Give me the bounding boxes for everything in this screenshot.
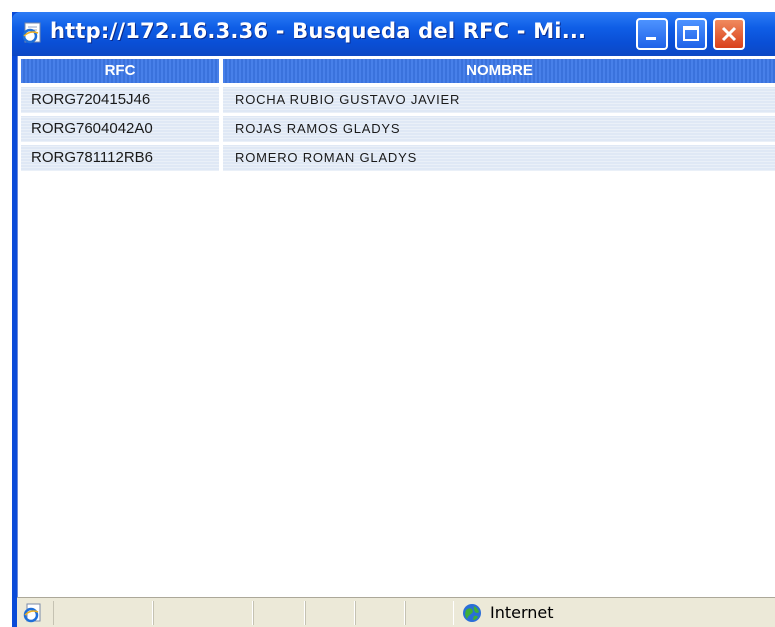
- status-bar: Internet: [17, 597, 775, 627]
- security-zone[interactable]: Internet: [454, 601, 604, 625]
- cell-rfc[interactable]: RORG781112RB6: [21, 145, 219, 171]
- close-icon: [721, 26, 737, 42]
- globe-icon: [462, 603, 482, 623]
- status-segment: [53, 601, 153, 625]
- table-row[interactable]: RORG7604042A0 ROJAS RAMOS GLADYS: [21, 116, 775, 142]
- ie-page-icon: [21, 601, 45, 625]
- status-segment: [253, 601, 305, 625]
- status-segment: [405, 601, 454, 625]
- status-segment: [153, 601, 253, 625]
- popup-window: http://172.16.3.36 - Busqueda del RFC - …: [12, 12, 775, 627]
- cell-rfc[interactable]: RORG720415J46: [21, 87, 219, 113]
- cell-nombre[interactable]: ROJAS RAMOS GLADYS: [223, 116, 775, 142]
- status-segment: [305, 601, 355, 625]
- maximize-button[interactable]: [675, 18, 707, 50]
- column-header-rfc: RFC: [21, 59, 219, 83]
- ie-page-icon: [20, 21, 44, 45]
- content-area: RFC NOMBRE RORG720415J46 ROCHA RUBIO GUS…: [17, 56, 775, 597]
- title-bar[interactable]: http://172.16.3.36 - Busqueda del RFC - …: [12, 12, 775, 56]
- table-row[interactable]: RORG720415J46 ROCHA RUBIO GUSTAVO JAVIER: [21, 87, 775, 113]
- security-zone-label: Internet: [490, 603, 554, 622]
- window-title: http://172.16.3.36 - Busqueda del RFC - …: [50, 19, 587, 43]
- column-header-nombre: NOMBRE: [223, 59, 775, 83]
- status-segment: [355, 601, 405, 625]
- minimize-icon: [646, 37, 656, 40]
- maximize-icon: [683, 26, 699, 41]
- cell-rfc[interactable]: RORG7604042A0: [21, 116, 219, 142]
- table-header: RFC NOMBRE: [21, 59, 775, 83]
- table-row[interactable]: RORG781112RB6 ROMERO ROMAN GLADYS: [21, 145, 775, 171]
- cell-nombre[interactable]: ROMERO ROMAN GLADYS: [223, 145, 775, 171]
- cell-nombre[interactable]: ROCHA RUBIO GUSTAVO JAVIER: [223, 87, 775, 113]
- minimize-button[interactable]: [636, 18, 668, 50]
- close-button[interactable]: [713, 18, 745, 50]
